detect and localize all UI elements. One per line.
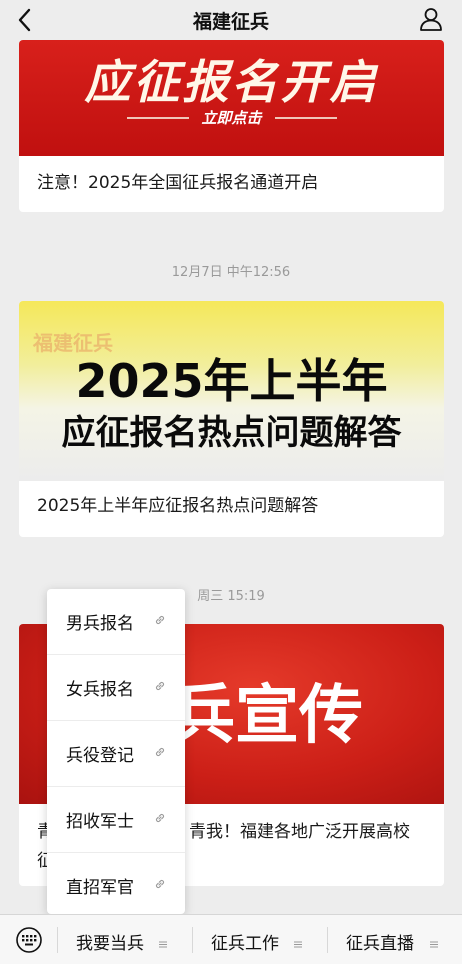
article-banner-image: 应征报名开启 立即点击 (19, 40, 444, 156)
article-card[interactable]: 应征报名开启 立即点击 注意！2025年全国征兵报名通道开启 (19, 40, 444, 212)
menu-item-label: 男兵报名 (66, 614, 134, 634)
menu-item-nco-recruitment[interactable]: 招收军士 (47, 787, 185, 853)
tab-recruitment-live[interactable]: 征兵直播 (346, 929, 414, 954)
menu-item-label: 直招军官 (66, 878, 134, 898)
banner-headline: 兵宣传 (171, 679, 363, 753)
menu-lines-icon (294, 941, 302, 948)
link-icon (155, 615, 165, 625)
link-icon (155, 879, 165, 889)
banner-headline: 应征报名开启 (84, 55, 379, 109)
menu-item-male-enlistment[interactable]: 男兵报名 (47, 589, 185, 655)
top-nav-bar: 福建征兵 (0, 0, 462, 40)
tab-recruitment-work[interactable]: 征兵工作 (211, 929, 279, 954)
link-icon (155, 681, 165, 691)
page-title: 福建征兵 (192, 11, 269, 33)
menu-lines-icon (159, 941, 167, 948)
menu-item-label: 兵役登记 (66, 746, 134, 766)
banner-subheadline: 应征报名热点问题解答 (61, 413, 402, 453)
article-title: 注意！2025年全国征兵报名通道开启 (37, 173, 319, 193)
article-title: 青我！福建各地广泛开展高校 (189, 822, 410, 842)
article-title: 2025年上半年应征报名热点问题解答 (37, 496, 319, 516)
bottom-menu-bar: 我要当兵 征兵工作 征兵直播 (0, 914, 462, 964)
menu-lines-icon (430, 941, 438, 948)
banner-headline: 2025年上半年 (75, 354, 388, 408)
keyboard-icon[interactable] (14, 927, 44, 953)
menu-item-female-enlistment[interactable]: 女兵报名 (47, 655, 185, 721)
link-icon (155, 747, 165, 757)
menu-item-label: 招收军士 (66, 812, 134, 832)
link-icon (155, 813, 165, 823)
article-card[interactable]: 福建征兵 2025年上半年 应征报名热点问题解答 2025年上半年应征报名热点问… (19, 301, 444, 537)
article-banner-image: 福建征兵 2025年上半年 应征报名热点问题解答 (19, 301, 444, 481)
tab-enlist[interactable]: 我要当兵 (76, 929, 144, 954)
menu-item-military-registration[interactable]: 兵役登记 (47, 721, 185, 787)
submenu-popup: 男兵报名 女兵报名 兵役登记 招收军士 直招军官 (47, 589, 185, 914)
menu-item-label: 女兵报名 (66, 680, 134, 700)
message-timestamp: 12月7日 中午12:56 (171, 265, 291, 280)
menu-item-officer-recruitment[interactable]: 直招军官 (47, 853, 185, 918)
profile-icon[interactable] (418, 6, 444, 32)
banner-subtext: 立即点击 (201, 109, 262, 127)
